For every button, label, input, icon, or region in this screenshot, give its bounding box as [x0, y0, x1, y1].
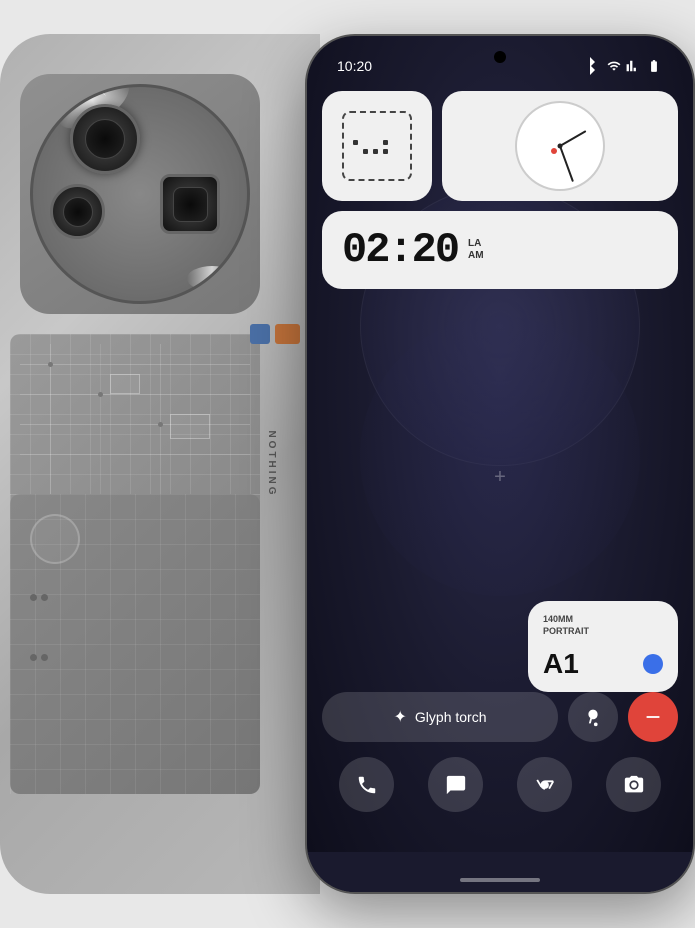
hearing-icon	[582, 706, 604, 728]
home-indicator	[460, 878, 540, 882]
nothing-brand-text: NOTHING	[266, 430, 277, 497]
messages-dock-button[interactable]	[428, 757, 483, 812]
status-icons	[578, 54, 663, 78]
phone-screen: 10:20	[307, 36, 693, 892]
bluetooth-icon	[578, 54, 602, 78]
portrait-widget[interactable]: 140MM PORTRAIT A1	[528, 601, 678, 692]
wifi-icon	[607, 59, 621, 73]
digital-time: 02:20	[342, 226, 458, 274]
torch-icon: ✦	[394, 707, 407, 727]
camera-lens-2	[50, 184, 105, 239]
portrait-label: 140MM PORTRAIT	[543, 613, 663, 638]
bottom-area: ✦ Glyph torch	[322, 692, 678, 812]
time-location-period: LA AM	[468, 238, 484, 262]
phone-bezel-bottom	[307, 852, 693, 892]
glyph-widget[interactable]	[322, 91, 432, 201]
phone-dock-button[interactable]	[339, 757, 394, 812]
phone-container: NOTHING 10:20	[0, 0, 695, 928]
status-time: 10:20	[337, 58, 372, 74]
quick-settings-row: ✦ Glyph torch	[322, 692, 678, 742]
battery-icon	[645, 59, 663, 73]
phone-icon	[356, 774, 378, 796]
color-patch-orange	[275, 324, 300, 344]
portrait-info-row: A1	[543, 648, 663, 680]
signal-icon	[626, 59, 640, 73]
torch-label: Glyph torch	[415, 709, 487, 725]
front-camera	[494, 51, 506, 63]
clock-widget[interactable]	[442, 91, 678, 201]
torch-button[interactable]: ✦ Glyph torch	[322, 692, 558, 742]
clock-hour-hand	[560, 130, 587, 147]
time-period: AM	[468, 250, 484, 262]
clock-red-dot	[551, 148, 557, 154]
widgets-area: 02:20 LA AM	[322, 91, 678, 299]
phone-back: NOTHING	[0, 34, 320, 894]
camera-lens-3	[160, 174, 220, 234]
time-location: LA	[468, 238, 484, 250]
dock-row	[322, 757, 678, 812]
phone-front: 10:20	[305, 34, 695, 894]
portrait-code: A1	[543, 648, 579, 680]
hearing-button[interactable]	[568, 692, 618, 742]
minus-icon	[642, 706, 664, 728]
bg-circle-2	[360, 316, 640, 596]
camera-icon	[623, 774, 645, 796]
circuit-bottom	[10, 494, 260, 794]
camera-module	[20, 74, 260, 314]
camera-lens-main	[70, 104, 140, 174]
clock-minute-hand	[559, 146, 574, 182]
crosshair: +	[494, 466, 506, 489]
remove-button[interactable]	[628, 692, 678, 742]
clock-face	[515, 101, 605, 191]
portrait-color-dot	[643, 654, 663, 674]
camera-dock-button[interactable]	[606, 757, 661, 812]
color-patch-blue	[250, 324, 270, 344]
browser-dock-button[interactable]	[517, 757, 572, 812]
time-display-widget[interactable]: 02:20 LA AM	[322, 211, 678, 289]
chrome-icon	[534, 774, 556, 796]
widget-row-2: 02:20 LA AM	[322, 211, 678, 289]
widget-row-1	[322, 91, 678, 201]
messages-icon	[445, 774, 467, 796]
